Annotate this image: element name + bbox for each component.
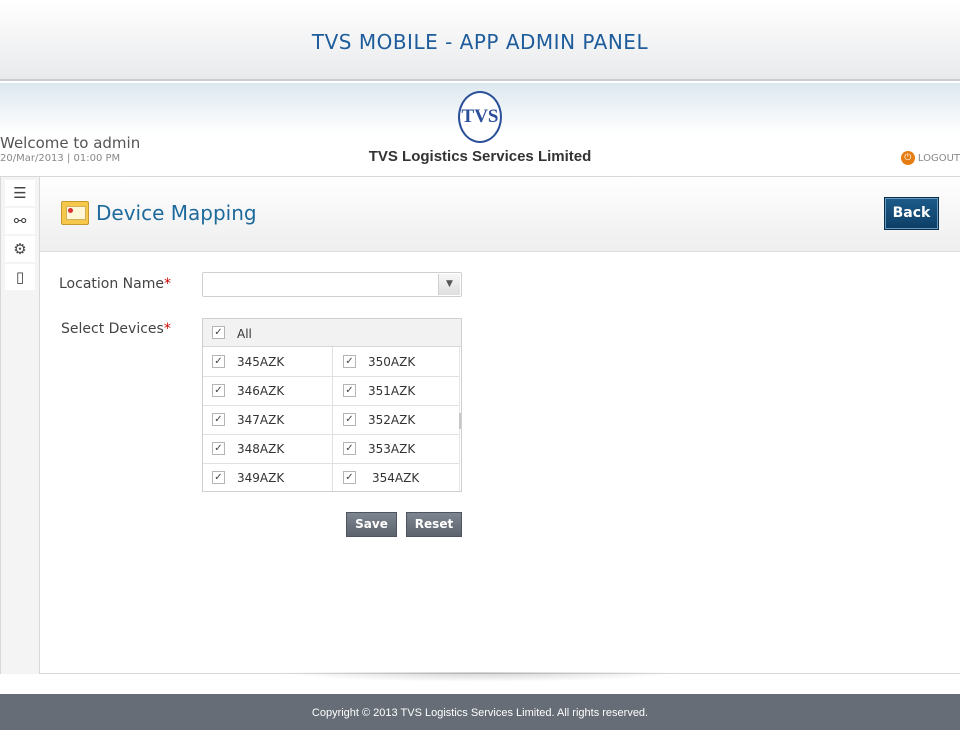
location-name-select[interactable]: ▼ [202, 272, 462, 297]
save-button[interactable]: Save [346, 512, 397, 537]
map-icon [61, 201, 89, 225]
company-name: TVS Logistics Services Limited [368, 148, 592, 165]
table-row: ✓ 346AZK ✓ 351AZK [203, 377, 459, 406]
main-content: Device Mapping Back Location Name* ▼ Sel… [40, 176, 960, 674]
column-divider [332, 347, 333, 491]
device-label: 350AZK [368, 355, 416, 369]
device-label: 352AZK [368, 413, 416, 427]
device-checkbox[interactable]: ✓ [343, 413, 356, 426]
device-checkbox[interactable]: ✓ [343, 471, 356, 484]
device-list: ✓ All ✓ 345AZK ✓ 350AZK ✓ 346AZK ✓ 351AZ… [202, 318, 462, 492]
table-row: ✓ 345AZK ✓ 350AZK [203, 348, 459, 377]
logout-link[interactable]: ⏻ LOGOUT [900, 151, 960, 165]
chevron-down-icon[interactable]: ▼ [438, 274, 460, 295]
device-label: 354AZK [372, 471, 420, 485]
scrollbar-thumb[interactable] [459, 413, 461, 429]
select-devices-label: Select Devices* [61, 321, 171, 337]
device-checkbox[interactable]: ✓ [212, 471, 225, 484]
device-label: 349AZK [237, 471, 285, 485]
required-mark: * [163, 276, 171, 292]
top-header: TVS MOBILE - APP ADMIN PANEL [0, 0, 960, 81]
gear-icon: ⚙ [13, 240, 27, 258]
back-button[interactable]: Back [884, 197, 939, 230]
sidebar-item-document[interactable]: ▯ [5, 264, 35, 290]
device-label: 345AZK [237, 355, 285, 369]
device-label: 353AZK [368, 442, 416, 456]
device-checkbox[interactable]: ✓ [212, 413, 225, 426]
page-title: Device Mapping [96, 201, 257, 225]
link-icon: ⚯ [13, 212, 27, 230]
location-name-label: Location Name* [59, 276, 171, 292]
device-label: 346AZK [237, 384, 285, 398]
app-title: TVS MOBILE - APP ADMIN PANEL [311, 30, 649, 54]
device-checkbox[interactable]: ✓ [343, 355, 356, 368]
user-bar: Welcome to admin 20/Mar/2013 | 01:00 PM … [0, 83, 960, 176]
device-checkbox[interactable]: ✓ [343, 384, 356, 397]
sidebar-item-settings[interactable]: ⚙ [5, 236, 35, 262]
all-label: All [237, 327, 252, 341]
footer: Copyright © 2013 TVS Logistics Services … [0, 694, 960, 730]
sidebar-item-link[interactable]: ⚯ [5, 208, 35, 234]
device-checkbox[interactable]: ✓ [343, 442, 356, 455]
reset-button[interactable]: Reset [406, 512, 462, 537]
device-list-header: ✓ All [203, 319, 461, 347]
device-label: 348AZK [237, 442, 285, 456]
table-row: ✓ 347AZK ✓ 352AZK [203, 406, 459, 435]
table-row: ✓ 348AZK ✓ 353AZK [203, 435, 459, 464]
sidebar: ☰ ⚯ ⚙ ▯ [0, 176, 40, 674]
all-checkbox[interactable]: ✓ [212, 326, 225, 339]
device-checkbox[interactable]: ✓ [212, 355, 225, 368]
device-checkbox[interactable]: ✓ [212, 384, 225, 397]
content-shadow [280, 672, 680, 682]
power-icon: ⏻ [900, 151, 915, 165]
required-mark: * [163, 321, 171, 337]
logout-label: LOGOUT [917, 153, 960, 164]
company-logo: TVS [458, 91, 502, 143]
list-icon: ☰ [13, 184, 27, 202]
document-icon: ▯ [15, 268, 25, 286]
device-checkbox[interactable]: ✓ [212, 442, 225, 455]
page-header: Device Mapping Back [40, 177, 960, 252]
table-row: ✓ 349AZK ✓ 354AZK [203, 464, 459, 491]
sidebar-item-list[interactable]: ☰ [5, 180, 35, 206]
device-label: 351AZK [368, 384, 416, 398]
copyright-text: Copyright © 2013 TVS Logistics Services … [311, 707, 649, 719]
device-label: 347AZK [237, 413, 285, 427]
